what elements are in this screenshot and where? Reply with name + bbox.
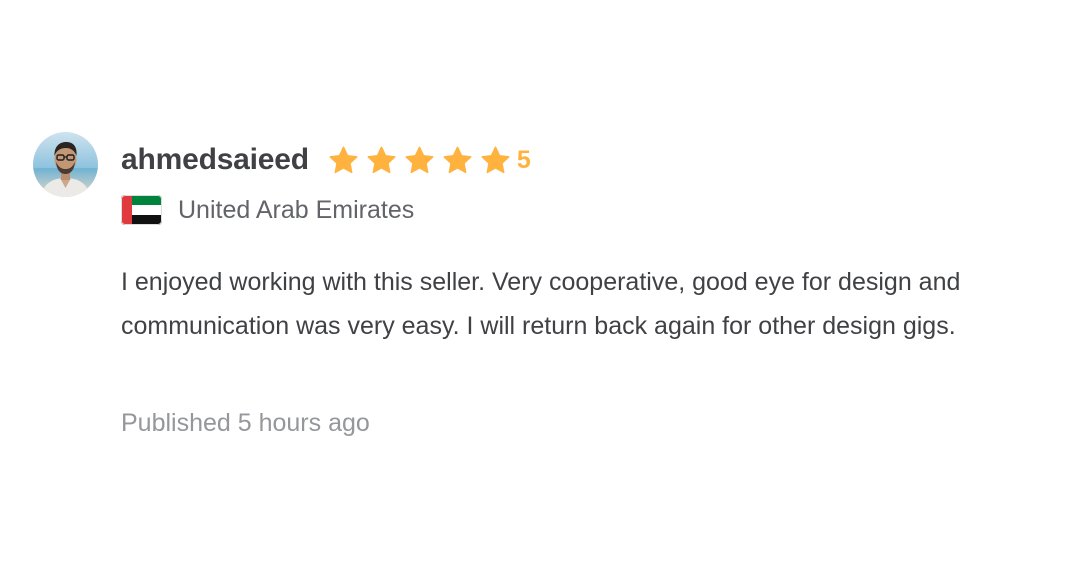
avatar-image: [33, 132, 98, 197]
published-time: Published 5 hours ago: [121, 409, 370, 437]
star-icon: [481, 146, 510, 173]
reviewer-country: United Arab Emirates: [121, 194, 414, 226]
star-icon: [329, 146, 358, 173]
country-name: United Arab Emirates: [178, 195, 415, 224]
star-icon: [405, 146, 434, 173]
star-rating: [328, 145, 518, 176]
avatar[interactable]: [33, 132, 98, 197]
star-icon: [443, 146, 472, 173]
rating-value: 5: [516, 145, 531, 174]
review-text: I enjoyed working with this seller. Very…: [121, 268, 961, 340]
reviewer-header: ahmedsaieed 5: [121, 142, 531, 178]
star-icon: [367, 146, 396, 173]
username[interactable]: ahmedsaieed: [121, 143, 309, 177]
uae-flag-icon: [121, 195, 162, 225]
